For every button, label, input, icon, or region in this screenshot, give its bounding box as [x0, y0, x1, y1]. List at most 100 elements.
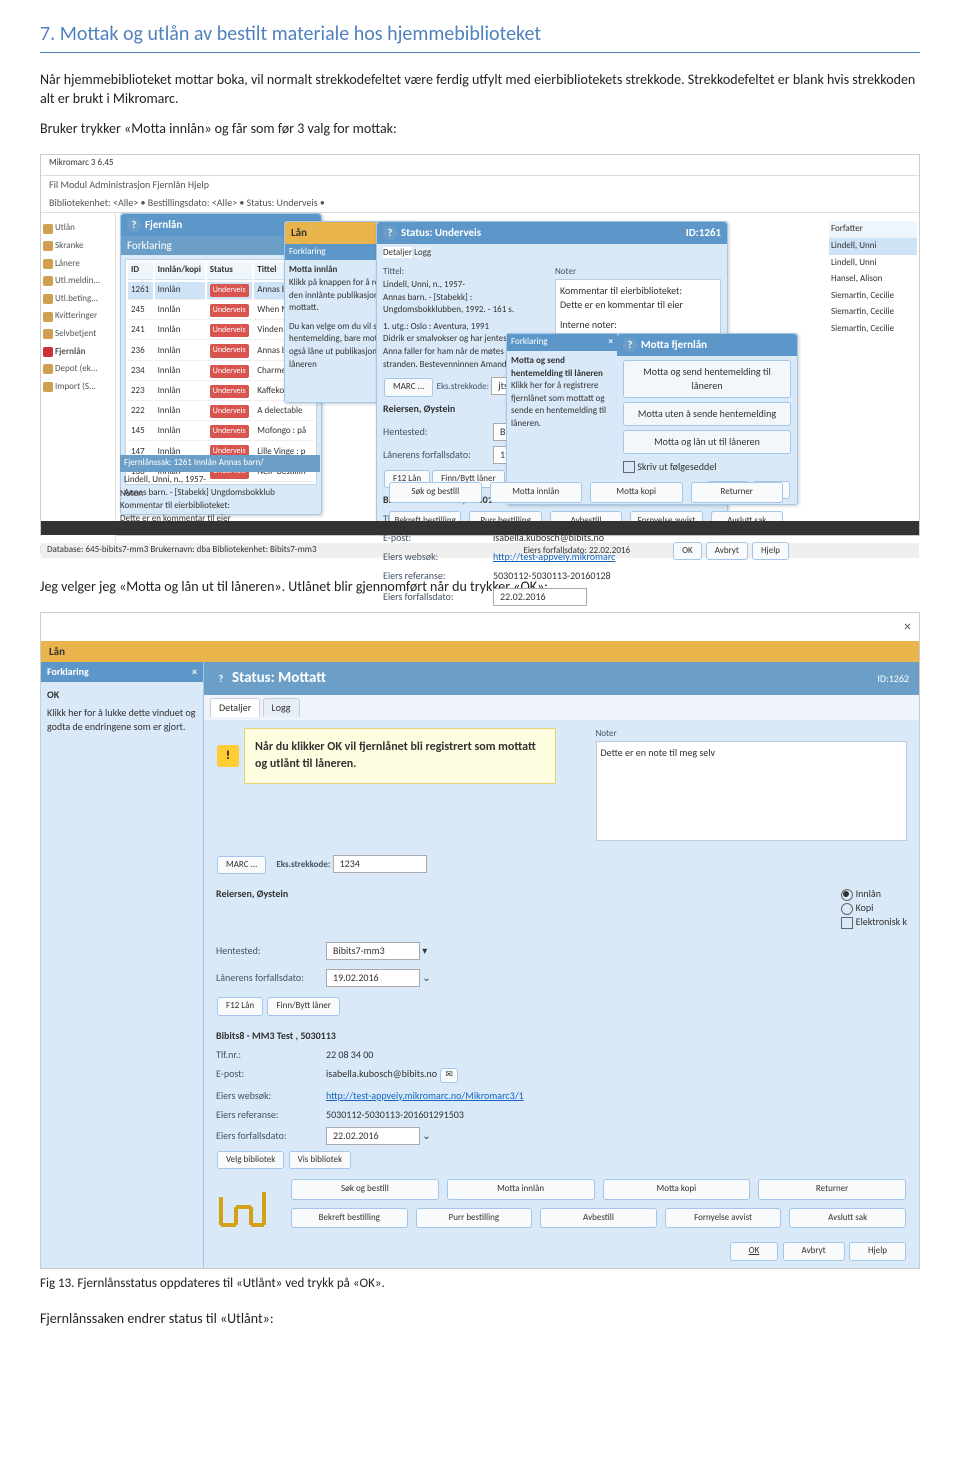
chk-elektronisk[interactable] — [841, 917, 853, 929]
motta-innlan-button[interactable]: Motta innlån — [490, 482, 583, 503]
list-item[interactable]: Siemartin, Cecilie — [829, 304, 917, 321]
figure-13-caption: Fig 13. Fjernlånsstatus oppdateres til «… — [40, 1275, 920, 1293]
avslutt-sak-button[interactable]: Avslutt sak — [789, 1208, 906, 1229]
left-nav[interactable]: Utlån Skranke Lånere Utl.meldin... Utl.b… — [41, 213, 116, 543]
col-type[interactable]: Innlån/kopi — [155, 262, 205, 280]
help-icon[interactable]: ? — [127, 218, 141, 232]
nav-kvitteringer: Kvitteringer — [43, 310, 113, 323]
taskbar — [41, 521, 919, 535]
velg-bibliotek-button[interactable]: Velg bibliotek — [217, 1151, 284, 1170]
filter-bar[interactable]: Bibliotekenhet: <Alle> • Bestillingsdato… — [41, 194, 919, 213]
nav-fjernlan: Fjernlån — [43, 346, 113, 359]
tab-detaljer[interactable]: Detaljer — [383, 247, 412, 258]
dialog-title: Motta fjernlån — [641, 338, 707, 351]
close-icon[interactable]: × — [904, 617, 911, 637]
status-label: Status: Mottatt — [232, 669, 326, 687]
folgeseddel-checkbox[interactable] — [623, 461, 635, 473]
hjelp-button[interactable]: Hjelp — [849, 1242, 906, 1261]
status-id: ID:1262 — [877, 672, 909, 686]
nav-depot: Depot (ek... — [43, 363, 113, 376]
tab-logg[interactable]: Logg — [263, 698, 300, 717]
avbryt-button[interactable]: Avbryt — [706, 542, 748, 561]
noter-label: Noter — [596, 728, 908, 741]
logo-icon — [216, 1187, 266, 1227]
table-row: 222InnlånUnderveisA delectable — [128, 403, 314, 421]
nav-selvbetjent: Selvbetjent — [43, 328, 113, 341]
help-heading: OK — [47, 688, 59, 701]
list-item[interactable]: Hansel, Alison — [829, 271, 917, 288]
nav-utlmeldin: Utl.meldin... — [43, 275, 113, 288]
marc-button[interactable]: MARC ... — [217, 856, 266, 875]
close-icon[interactable]: × — [609, 336, 613, 349]
status-id: ID:1261 — [686, 225, 721, 240]
ok-button[interactable]: OK — [673, 542, 702, 561]
eks-strekkode-input[interactable]: 1234 — [333, 855, 427, 873]
bekreft-button[interactable]: Bekreft bestilling — [291, 1208, 408, 1229]
list-item[interactable]: Siemartin, Cecilie — [829, 288, 917, 305]
sok-bestill-button[interactable]: Søk og bestill — [291, 1179, 439, 1200]
nav-skranke: Skranke — [43, 240, 113, 253]
help-text: Klikk her for å lukke dette vinduet og g… — [47, 706, 197, 734]
ok-button[interactable]: OK — [730, 1242, 779, 1261]
finn-laner-button[interactable]: Finn/Bytt låner — [267, 997, 340, 1016]
panel-title: Fjernlån — [145, 218, 182, 231]
table-row: 145InnlånUnderveisMofongo : på — [128, 423, 314, 441]
motta-send-hentemelding-button[interactable]: Motta og send hentemelding til låneren — [623, 360, 791, 398]
intro-paragraph-2: Bruker trykker «Motta innlån» og får som… — [40, 119, 920, 139]
avbryt-button[interactable]: Avbryt — [783, 1242, 845, 1261]
closing-paragraph: Fjernlånssaken endrer status til «Utlånt… — [40, 1309, 920, 1329]
motta-innlan-button[interactable]: Motta innlån — [447, 1179, 595, 1200]
forfall-input[interactable]: 19.02.2016 — [326, 969, 420, 987]
noter-textarea[interactable]: Dette er en note til meg selv — [596, 741, 908, 841]
col-status[interactable]: Status — [207, 262, 253, 280]
list-item[interactable]: Lindell, Unni — [829, 255, 917, 272]
laner-name: Reiersen, Øystein — [383, 402, 455, 416]
radio-innlan[interactable] — [841, 889, 853, 901]
warning-icon: ! — [217, 745, 239, 767]
tab-logg[interactable]: Logg — [414, 247, 431, 258]
eiers-forfall-input[interactable]: 22.02.2016 — [326, 1127, 420, 1145]
bibliotek-name: Bibits8 - MM3 Test , 5030113 — [216, 1029, 336, 1042]
sok-bestill-button[interactable]: Søk og bestill — [389, 482, 482, 503]
hentested-select[interactable]: Bibits7-mm3 — [326, 942, 420, 960]
tab-detaljer[interactable]: Detaljer — [210, 698, 260, 717]
purr-button[interactable]: Purr bestilling — [416, 1208, 533, 1229]
figure-13-screenshot: × Lån Forklaring× OK Klikk her for å luk… — [40, 612, 920, 1269]
date-picker-icon[interactable]: ⌄ — [422, 971, 430, 984]
status-header: ? Status: Mottatt ID:1262 — [204, 662, 919, 695]
vis-bibliotek-button[interactable]: Vis bibliotek — [289, 1151, 352, 1170]
returner-button[interactable]: Returner — [758, 1179, 906, 1200]
selected-row-bar: Fjernlånssak: 1261 Innlån Annas barn/ — [120, 455, 320, 472]
help-heading: Motta innlån — [289, 264, 337, 275]
col-id[interactable]: ID — [128, 262, 153, 280]
email-button[interactable]: ✉ — [440, 1068, 458, 1083]
radio-kopi[interactable] — [841, 903, 853, 915]
hjelp-button[interactable]: Hjelp — [752, 542, 789, 561]
section-heading: 7. Mottak og utlån av bestilt materiale … — [40, 20, 920, 53]
list-item[interactable]: Lindell, Unni — [829, 238, 917, 255]
fornyelse-avvist-button[interactable]: Fornyelse avvist — [665, 1208, 782, 1229]
avbestill-button[interactable]: Avbestill — [540, 1208, 657, 1229]
help-icon[interactable]: ? — [214, 672, 228, 686]
window-title: Mikromarc 3 6.45 — [41, 155, 919, 176]
motta-lan-ut-button[interactable]: Motta og lån ut til låneren — [623, 430, 791, 454]
app-menu-bar[interactable]: Fil Modul Administrasjon Fjernlån Hjelp — [41, 176, 919, 194]
help-sidebar: Forklaring× OK Klikk her for å lukke det… — [41, 662, 204, 1268]
marc-button[interactable]: MARC ... — [384, 378, 433, 397]
date-picker-icon[interactable]: ⌄ — [422, 1129, 430, 1142]
help-icon[interactable]: ? — [383, 226, 397, 240]
close-icon[interactable]: × — [192, 665, 197, 679]
lan-title: Lån — [41, 641, 919, 662]
status-title: Status: Underveis — [401, 226, 481, 239]
forfatter-col: Forfatter — [829, 221, 917, 238]
list-item[interactable]: Siemartin, Cecilie — [829, 321, 917, 338]
motta-uten-hentemelding-button[interactable]: Motta uten å sende hentemelding — [623, 402, 791, 426]
help-icon[interactable]: ? — [623, 338, 637, 352]
motta-kopi-button[interactable]: Motta kopi — [590, 482, 683, 503]
eiers-forfall-input[interactable]: 22.02.2016 — [493, 588, 587, 606]
motta-kopi-button[interactable]: Motta kopi — [603, 1179, 751, 1200]
figure-12-screenshot: Mikromarc 3 6.45 Fil Modul Administrasjo… — [40, 154, 920, 536]
f12-lan-button[interactable]: F12 Lån — [217, 997, 263, 1016]
websok-link[interactable]: http://test-appveiy.mikromarc.no/Mikroma… — [326, 1089, 524, 1102]
returner-button[interactable]: Returner — [691, 482, 784, 503]
